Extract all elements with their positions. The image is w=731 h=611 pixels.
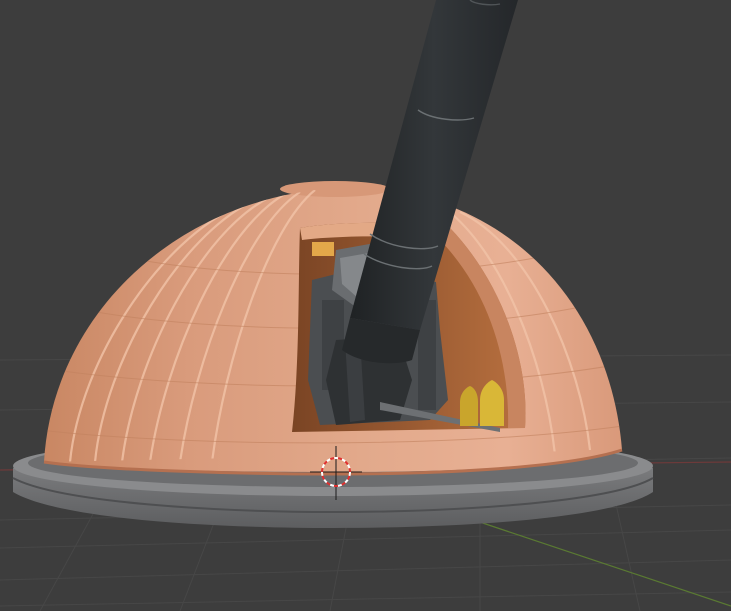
- 3d-viewport[interactable]: [0, 0, 731, 611]
- viewport-scene[interactable]: [0, 0, 731, 611]
